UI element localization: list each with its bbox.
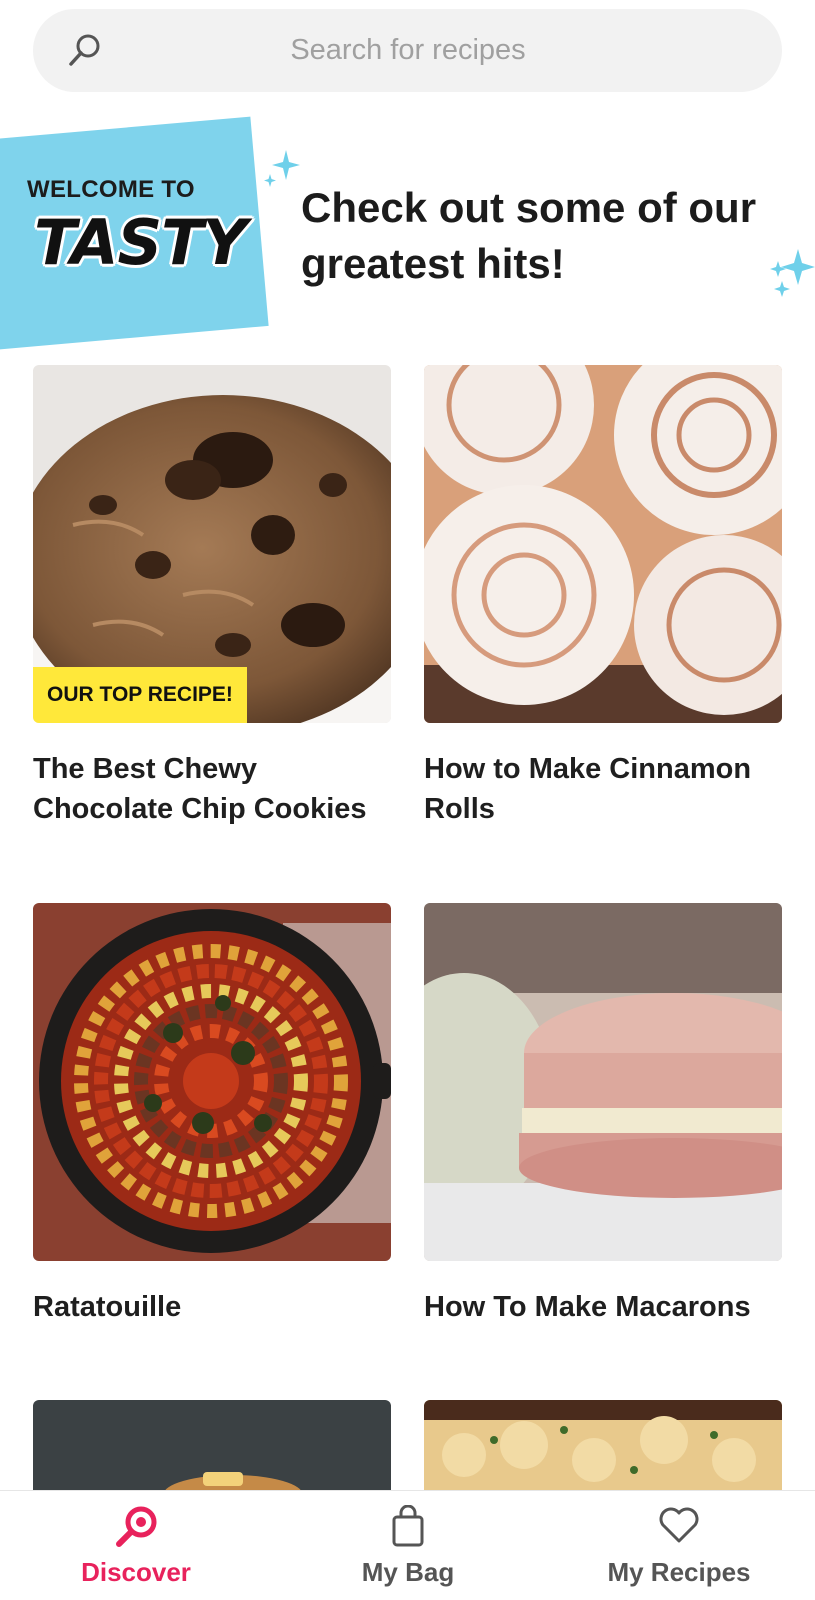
search-input[interactable] (133, 9, 753, 92)
recipe-image-cinnamon-rolls[interactable] (424, 365, 782, 723)
recipe-title[interactable]: Ratatouille (33, 1287, 391, 1327)
sparkle-icon (264, 150, 300, 187)
recipe-title[interactable]: How to Make Cinnamon Rolls (424, 749, 782, 829)
recipe-card[interactable]: How To Make Macarons (424, 903, 782, 1327)
nav-label: My Recipes (607, 1557, 751, 1587)
recipe-image-ratatouille[interactable] (33, 903, 391, 1261)
top-recipe-badge: OUR TOP RECIPE! (33, 667, 247, 723)
nav-discover[interactable]: Discover (0, 1491, 272, 1600)
recipe-image-cookies[interactable]: OUR TOP RECIPE! (33, 365, 391, 723)
recipe-card[interactable]: How to Make Cinnamon Rolls (424, 365, 782, 829)
recipe-card[interactable]: OUR TOP RECIPE! The Best Chewy Chocolate… (33, 365, 391, 829)
recipe-card[interactable]: Ratatouille (33, 903, 391, 1327)
welcome-label: WELCOME TO (27, 176, 195, 203)
nav-label: My Bag (361, 1557, 455, 1587)
recipe-image-macarons[interactable] (424, 903, 782, 1261)
search-bar[interactable] (33, 9, 782, 92)
nav-label: Discover (81, 1557, 191, 1587)
bottom-nav: Discover My Bag My Recipes (0, 1490, 815, 1600)
page-headline: Check out some of our greatest hits! (301, 184, 757, 287)
search-icon (65, 31, 105, 71)
recipe-image-partial[interactable] (424, 1400, 782, 1495)
search-icon (111, 1505, 161, 1554)
bag-icon (388, 1504, 428, 1554)
recipe-title[interactable]: The Best Chewy Chocolate Chip Cookies (33, 749, 391, 829)
nav-my-bag[interactable]: My Bag (272, 1491, 544, 1600)
tasty-logo: TASTY (34, 206, 247, 279)
recipe-title[interactable]: How To Make Macarons (424, 1287, 782, 1327)
recipe-image-partial[interactable] (33, 1400, 391, 1495)
heart-icon (657, 1505, 701, 1550)
nav-my-recipes[interactable]: My Recipes (543, 1491, 815, 1600)
